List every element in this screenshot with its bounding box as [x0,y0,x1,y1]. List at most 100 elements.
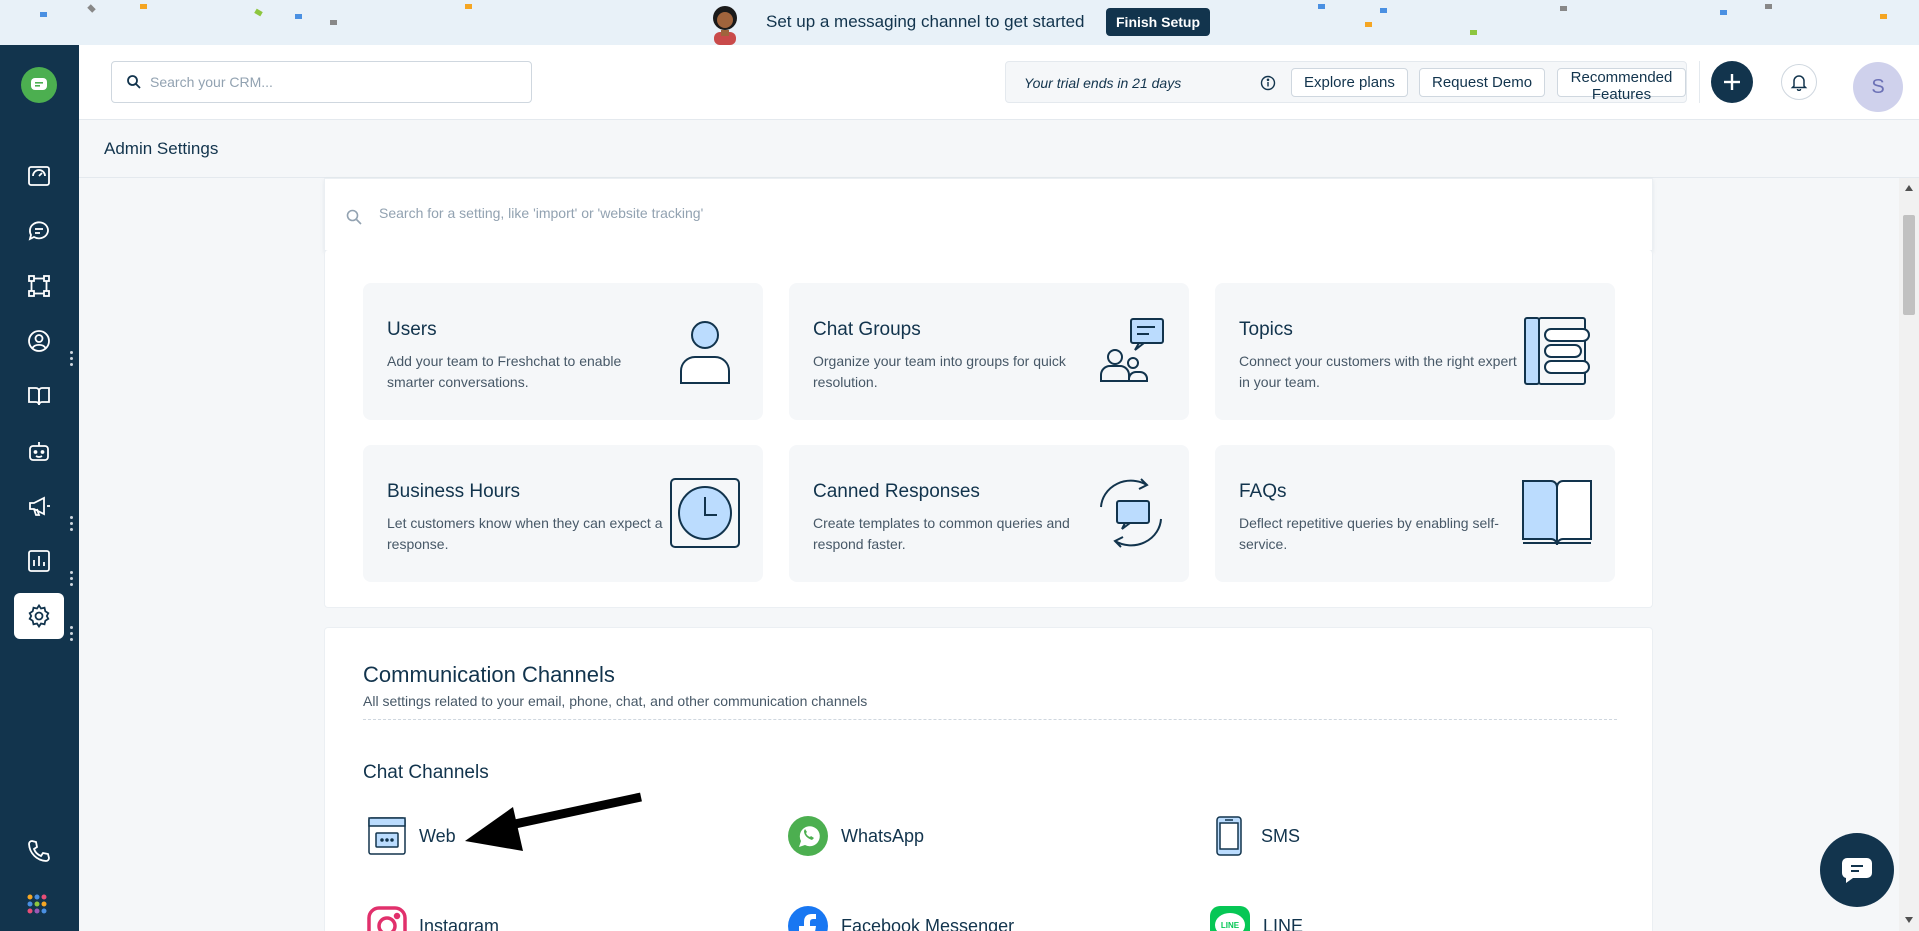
group-chat-icon [1100,318,1164,382]
canned-response-icon [1100,478,1162,548]
crm-search-box[interactable] [111,61,532,103]
card-business-hours[interactable]: Business Hours Let customers know when t… [363,445,763,582]
card-users[interactable]: Users Add your team to Freshchat to enab… [363,283,763,420]
sidebar-item-contacts[interactable] [14,318,64,364]
quick-settings-panel: Users Add your team to Freshchat to enab… [324,250,1653,608]
banner-message: Set up a messaging channel to get starte… [766,12,1085,31]
bell-icon [1790,75,1808,91]
scroll-down-icon[interactable] [1904,916,1914,924]
card-topics[interactable]: Topics Connect your customers with the r… [1215,283,1615,420]
confetti [295,14,302,19]
sidebar-item-settings[interactable] [14,593,64,639]
card-canned-responses[interactable]: Canned Responses Create templates to com… [789,445,1189,582]
card-title: FAQs [1239,481,1287,502]
channel-label: SMS [1261,825,1301,846]
channel-label: Web [419,825,456,846]
request-demo-button[interactable]: Request Demo [1419,68,1546,97]
chat-widget-button[interactable] [1820,833,1894,907]
book-icon [1522,480,1592,546]
conversations-icon [28,221,49,241]
topics-icon [1524,317,1590,385]
sidebar [0,45,79,931]
contacts-icon [28,330,50,352]
search-icon [127,75,141,89]
search-icon [346,209,362,225]
plus-icon [1724,74,1740,90]
channel-label: WhatsApp [841,825,925,846]
campaigns-icon [29,496,50,516]
confetti [87,4,96,13]
page-scrollbar[interactable] [1899,178,1919,931]
settings-search-input[interactable] [379,205,1579,221]
chat-channels-title: Chat Channels [363,762,489,783]
confetti [1470,30,1477,35]
header-divider [1699,61,1700,103]
reports-icon [28,550,50,572]
trial-info-bar: Your trial ends in 21 days Explore plans… [1005,61,1687,103]
channel-sms[interactable]: SMS [1209,814,1300,858]
sidebar-item-workflows[interactable] [14,263,64,309]
sidebar-item-knowledge-base[interactable] [14,373,64,419]
channel-label: Instagram [419,915,500,931]
sidebar-item-phone[interactable] [14,828,64,874]
create-new-button[interactable] [1711,61,1753,103]
sms-icon [1216,816,1242,856]
sidebar-item-campaigns[interactable] [14,483,64,529]
bot-icon [29,442,49,461]
sidebar-item-reports[interactable] [14,538,64,584]
confetti [330,20,337,25]
sidebar-item-bots[interactable] [14,428,64,474]
card-desc: Organize your team into groups for quick… [813,353,1066,390]
card-title: Topics [1239,319,1293,340]
sidebar-item-conversations[interactable] [14,208,64,254]
sidebar-more-dots[interactable] [68,350,74,368]
confetti [1318,4,1325,9]
trial-text: Your trial ends in 21 days [1024,75,1182,91]
card-chat-groups[interactable]: Chat Groups Organize your team into grou… [789,283,1189,420]
freshchat-logo-icon[interactable] [21,67,57,103]
channel-line[interactable]: LINE LINE [1209,904,1303,931]
page-title-bar: Admin Settings [79,121,1919,178]
card-faqs[interactable]: FAQs Deflect repetitive queries by enabl… [1215,445,1615,582]
sidebar-more-dots[interactable] [68,625,74,643]
confetti [1720,10,1727,15]
card-desc: Create templates to common queries and r… [813,515,1070,552]
notifications-button[interactable] [1781,64,1817,100]
recommended-features-button[interactable]: Recommended Features [1557,68,1686,103]
section-subtitle: All settings related to your email, phon… [363,693,868,709]
card-desc: Deflect repetitive queries by enabling s… [1239,515,1499,552]
dashboard-icon [28,166,50,186]
section-divider [363,719,1617,720]
channel-web[interactable]: Web [367,814,456,858]
confetti [1365,22,1372,27]
scrollbar-thumb[interactable] [1903,215,1915,315]
line-icon: LINE [1210,906,1250,931]
top-header: Your trial ends in 21 days Explore plans… [79,45,1919,120]
channel-facebook-messenger[interactable]: Facebook Messenger [787,904,1014,931]
channel-whatsapp[interactable]: WhatsApp [787,814,924,858]
explore-plans-button[interactable]: Explore plans [1291,68,1408,97]
scroll-up-icon[interactable] [1904,184,1914,192]
workflow-icon [28,275,50,297]
crm-search-input[interactable] [150,74,510,90]
confetti [1380,8,1387,13]
sidebar-more-dots[interactable] [68,570,74,588]
sidebar-item-apps[interactable] [14,883,64,929]
arrow-annotation [465,792,642,851]
confetti [1560,6,1567,11]
clock-icon [670,478,740,548]
chat-bubble-icon [1841,858,1872,883]
web-widget-icon [368,817,406,855]
line-badge-text: LINE [1221,921,1240,930]
mascot-avatar-icon [713,6,737,45]
channel-label: LINE [1263,915,1304,931]
channel-instagram[interactable]: Instagram [367,904,499,931]
finish-setup-button[interactable]: Finish Setup [1106,8,1210,36]
info-icon[interactable] [1260,75,1276,91]
sidebar-item-dashboard[interactable] [14,153,64,199]
card-desc: Connect your customers with the right ex… [1239,353,1517,390]
knowledge-base-icon [28,387,50,406]
user-avatar[interactable]: S [1853,62,1903,112]
sidebar-more-dots[interactable] [68,515,74,533]
settings-search-box[interactable] [324,178,1653,251]
